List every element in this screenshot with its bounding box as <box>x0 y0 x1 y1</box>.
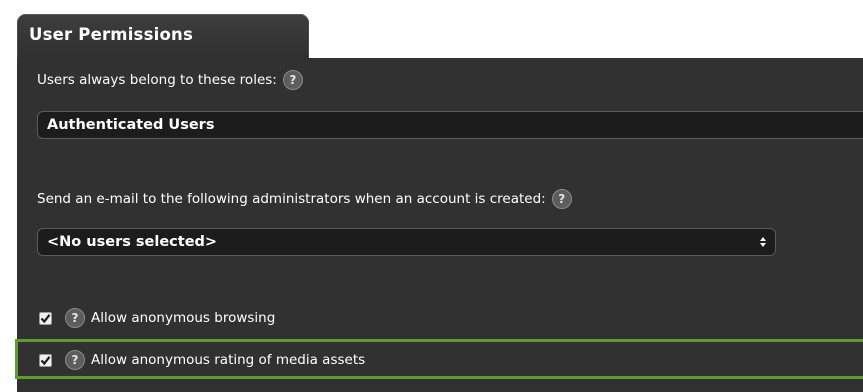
roles-help-icon[interactable]: ? <box>282 70 303 90</box>
user-permissions-panel: User Permissions Users always belong to … <box>17 14 863 392</box>
checkmark-icon <box>40 313 51 323</box>
admins-select-value: <No users selected> <box>47 234 218 250</box>
anonymous-browsing-label: Allow anonymous browsing <box>91 310 276 326</box>
admins-select[interactable]: <No users selected> <box>37 228 776 256</box>
admins-row: Send an e-mail to the following administ… <box>37 189 572 209</box>
select-updown-icon <box>760 237 766 247</box>
anonymous-browsing-help-icon[interactable]: ? <box>65 308 85 328</box>
anonymous-browsing-checkbox[interactable] <box>39 311 52 325</box>
section-tab: User Permissions <box>17 14 309 58</box>
roles-label: Users always belong to these roles: <box>37 72 277 88</box>
section-title: User Permissions <box>29 25 193 44</box>
screen: User Permissions Users always belong to … <box>0 0 863 392</box>
admins-label: Send an e-mail to the following administ… <box>37 191 546 207</box>
highlight-box <box>15 339 863 379</box>
roles-field[interactable]: Authenticated Users <box>37 111 863 139</box>
option-anonymous-browsing: ? Allow anonymous browsing <box>39 308 275 328</box>
roles-row: Users always belong to these roles: ? <box>37 70 303 90</box>
admins-help-icon[interactable]: ? <box>551 189 572 209</box>
